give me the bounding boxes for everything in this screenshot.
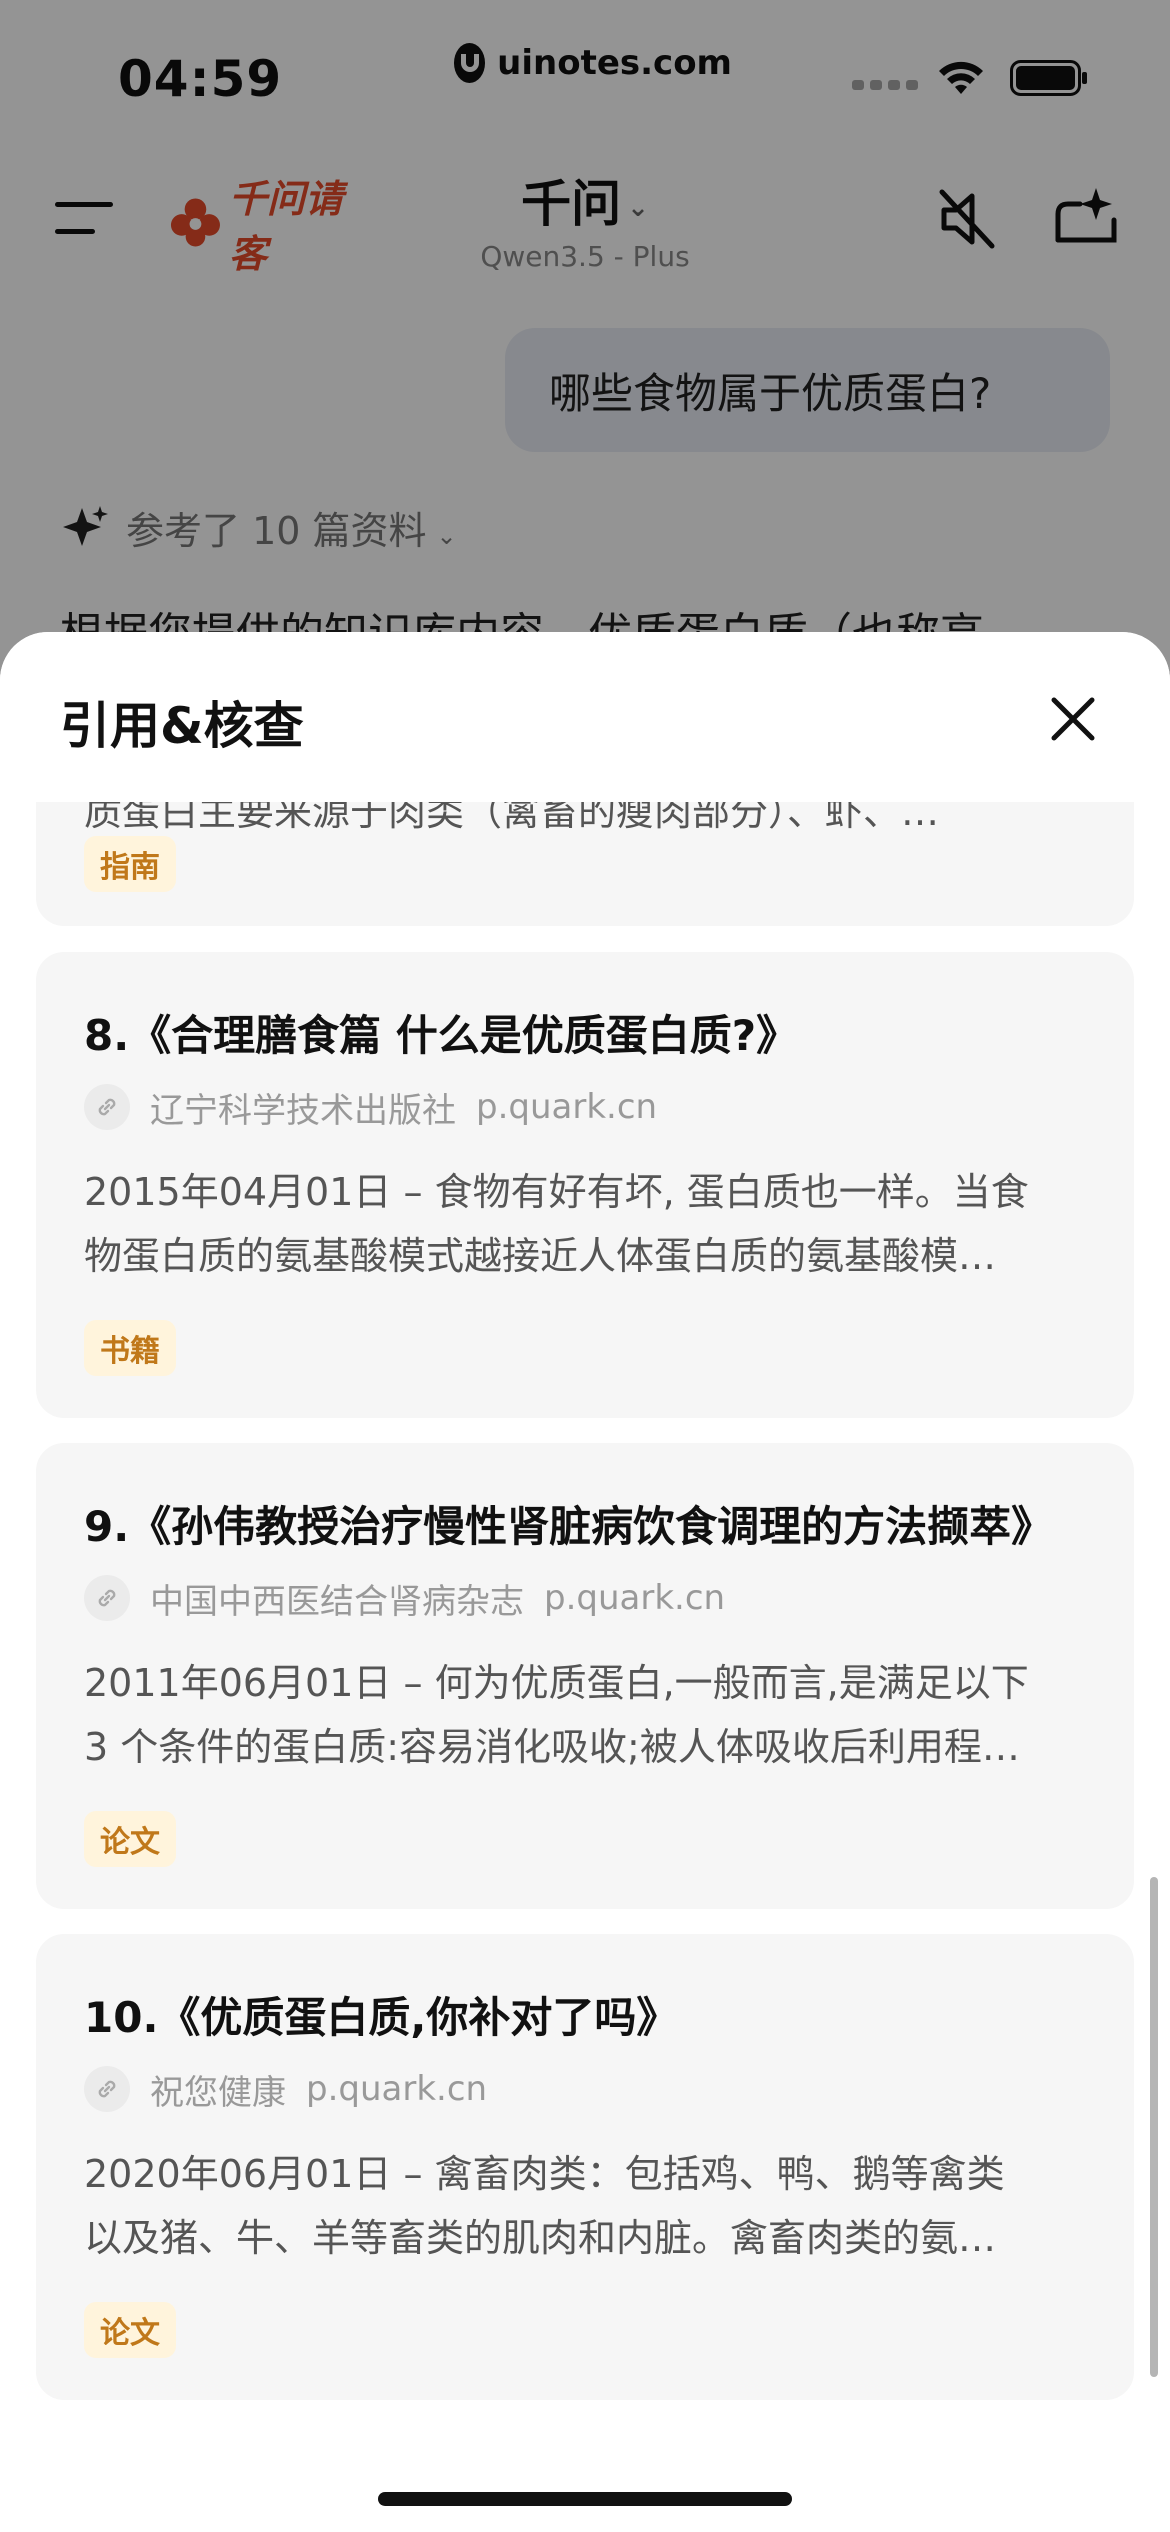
link-icon bbox=[84, 1084, 130, 1130]
screen: 04:59 uinotes.com 千问请客 千问 ⌄ Qwen3.5 - Pl… bbox=[0, 0, 1170, 2532]
citation-card[interactable]: 质蛋白主要来源于肉类（禽畜的瘦肉部分）、虾、… 指南 bbox=[36, 802, 1134, 926]
citation-title[interactable]: 9.《孙伟教授治疗慢性肾脏病饮食调理的方法撷萃》 bbox=[84, 1493, 1053, 1554]
citation-snippet: 2011年06月01日 – 何为优质蛋白,一般而言,是满足以下 3 个条件的蛋白… bbox=[84, 1661, 1029, 1769]
source-domain: p.quark.cn bbox=[306, 2069, 488, 2109]
citation-card[interactable]: 8.《合理膳食篇 什么是优质蛋白质?》 辽宁科学技术出版社 p.quark.cn… bbox=[36, 952, 1134, 1418]
source-name: 祝您健康 bbox=[150, 2072, 286, 2113]
home-indicator[interactable] bbox=[378, 2492, 792, 2506]
link-icon bbox=[84, 2066, 130, 2112]
citation-title[interactable]: 10.《优质蛋白质,你补对了吗》 bbox=[84, 1984, 678, 2045]
close-icon[interactable] bbox=[1046, 692, 1100, 746]
link-icon bbox=[84, 1575, 130, 1621]
sheet-header: 引用&核查 bbox=[0, 632, 1170, 802]
citation-card[interactable]: 9.《孙伟教授治疗慢性肾脏病饮食调理的方法撷萃》 中国中西医结合肾病杂志 p.q… bbox=[36, 1443, 1134, 1909]
citation-snippet: 质蛋白主要来源于肉类（禽畜的瘦肉部分）、虾、… bbox=[84, 802, 940, 834]
source-name: 辽宁科学技术出版社 bbox=[150, 1090, 456, 1131]
citation-snippet: 2015年04月01日 – 食物有好有坏, 蛋白质也一样。当食 物蛋白质的氨基酸… bbox=[84, 1170, 1029, 1278]
citation-list[interactable]: 质蛋白主要来源于肉类（禽畜的瘦肉部分）、虾、… 指南 8.《合理膳食篇 什么是优… bbox=[0, 802, 1170, 2502]
citation-source: 辽宁科学技术出版社 p.quark.cn bbox=[84, 1084, 658, 1131]
citation-tag: 论文 bbox=[84, 2302, 176, 2358]
citations-sheet: 引用&核查 质蛋白主要来源于肉类（禽畜的瘦肉部分）、虾、… 指南 8.《合理膳食… bbox=[0, 632, 1170, 2532]
citation-source: 祝您健康 p.quark.cn bbox=[84, 2066, 488, 2113]
citation-tag: 论文 bbox=[84, 1811, 176, 1867]
scrollbar[interactable] bbox=[1150, 1877, 1158, 2377]
citation-title[interactable]: 8.《合理膳食篇 什么是优质蛋白质?》 bbox=[84, 1002, 798, 1063]
citation-source: 中国中西医结合肾病杂志 p.quark.cn bbox=[84, 1575, 726, 1622]
citation-tag: 指南 bbox=[84, 836, 176, 892]
citation-snippet: 2020年06月01日 – 禽畜肉类：包括鸡、鸭、鹅等禽类 以及猪、牛、羊等畜类… bbox=[84, 2152, 1005, 2260]
sheet-title: 引用&核查 bbox=[60, 697, 304, 755]
citation-tag: 书籍 bbox=[84, 1320, 176, 1376]
source-domain: p.quark.cn bbox=[476, 1087, 658, 1127]
source-domain: p.quark.cn bbox=[544, 1578, 726, 1618]
citation-card[interactable]: 10.《优质蛋白质,你补对了吗》 祝您健康 p.quark.cn 2020年06… bbox=[36, 1934, 1134, 2400]
source-name: 中国中西医结合肾病杂志 bbox=[150, 1581, 524, 1622]
